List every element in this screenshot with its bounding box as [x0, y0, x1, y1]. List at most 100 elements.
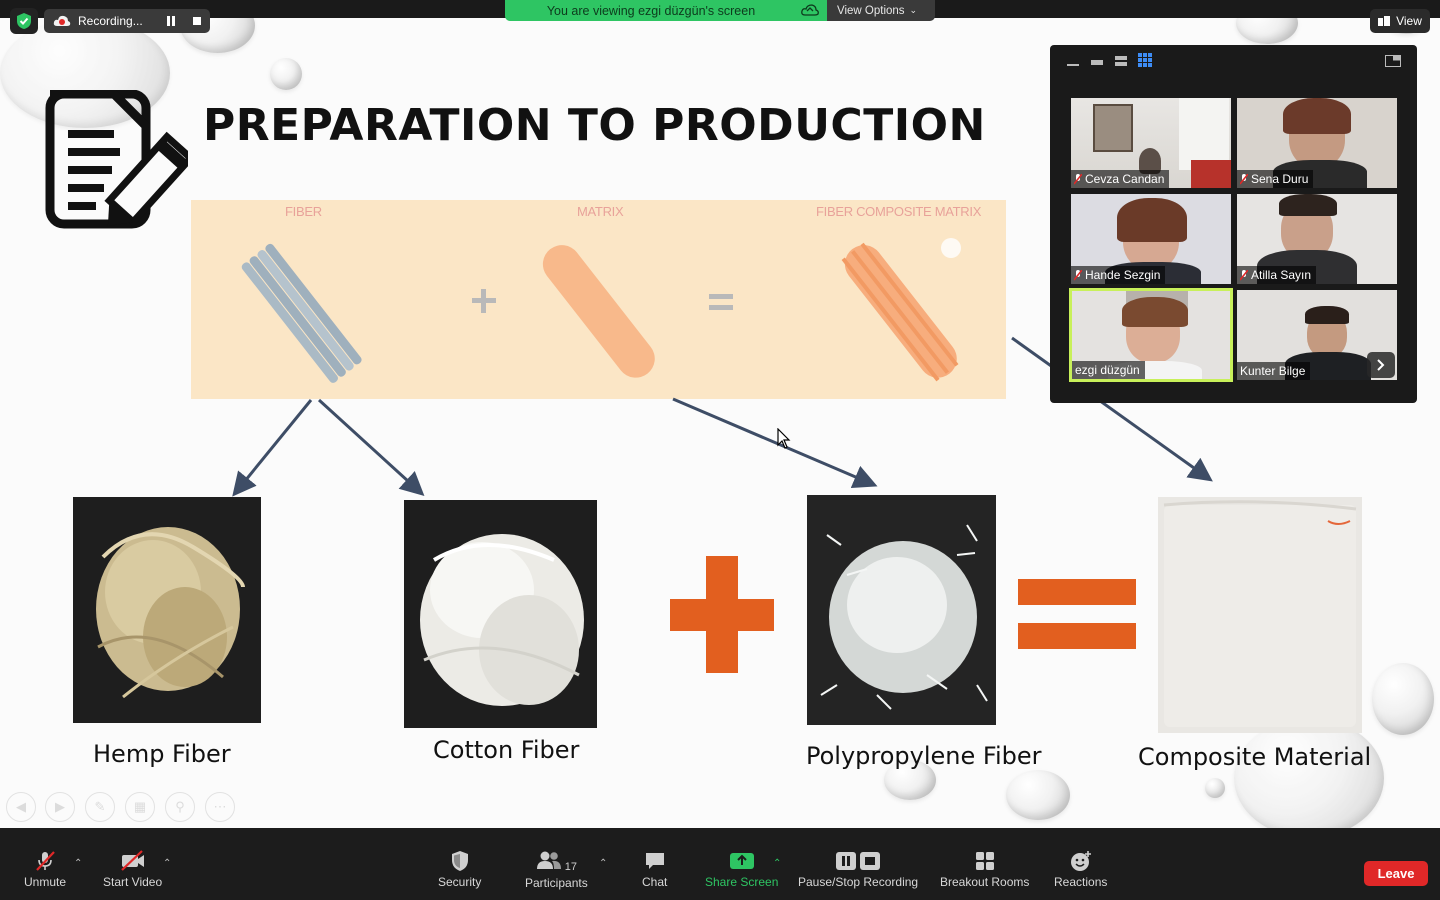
smiley-plus-icon — [1070, 851, 1091, 871]
water-drop — [1006, 770, 1070, 820]
participant-name-tag: ezgi düzgün — [1072, 361, 1145, 379]
video-camera-off-icon — [120, 850, 144, 871]
speaker-view-icon[interactable] — [1114, 54, 1128, 72]
speaker-strip-icon[interactable] — [1090, 54, 1104, 72]
breakout-rooms-button[interactable]: Breakout Rooms — [940, 850, 1029, 889]
caption-cotton-fiber: Cotton Fiber — [433, 736, 580, 764]
cloud-sync-icon — [801, 4, 819, 16]
participant-tile-active-speaker[interactable]: ezgi düzgün — [1069, 288, 1233, 382]
caption-hemp-fiber: Hemp Fiber — [93, 740, 231, 768]
participants-button[interactable]: 17 Participants — [525, 850, 588, 890]
slide-pen-button[interactable]: ✎ — [85, 792, 115, 822]
audio-options-caret-icon[interactable]: ⌃ — [74, 858, 82, 869]
minimize-icon[interactable] — [1066, 54, 1080, 72]
viewing-screen-banner: You are viewing ezgi düzgün's screen — [505, 0, 827, 21]
participant-tile[interactable]: Hande Sezgin — [1071, 194, 1231, 284]
share-screen-button[interactable]: Share Screen — [705, 850, 778, 889]
participant-name: Hande Sezgin — [1085, 268, 1161, 282]
participant-name: Sena Duru — [1251, 172, 1309, 186]
recording-indicator: Recording... — [44, 9, 210, 33]
mic-muted-icon — [1239, 173, 1249, 185]
document-edit-icon — [45, 90, 188, 229]
participant-tile[interactable]: Cevza Candan — [1071, 98, 1231, 188]
participants-icon — [536, 851, 561, 869]
participants-label: Participants — [525, 876, 588, 890]
chevron-right-icon — [1377, 359, 1385, 371]
hemp-fiber-photo — [73, 497, 261, 723]
breakout-rooms-label: Breakout Rooms — [940, 875, 1030, 889]
water-drop — [1372, 663, 1434, 735]
mouse-cursor — [777, 428, 791, 449]
video-frame — [1093, 104, 1133, 152]
water-drop — [1234, 718, 1384, 828]
pause-recording-icon[interactable] — [166, 15, 176, 30]
mic-muted-icon — [1239, 269, 1249, 281]
security-shield-icon[interactable] — [10, 8, 38, 34]
cotton-fiber-photo — [404, 500, 597, 728]
participant-name-tag: Kunter Bilge — [1237, 362, 1311, 380]
plus-sign-vertical — [706, 556, 738, 673]
slide-prev-button[interactable]: ◀ — [6, 792, 36, 822]
slide-more-button[interactable]: ⋯ — [205, 792, 235, 822]
leave-button[interactable]: Leave — [1364, 861, 1428, 886]
chat-label: Chat — [642, 875, 668, 889]
pause-stop-recording-button[interactable]: Pause/Stop Recording — [798, 850, 918, 889]
popout-window-icon[interactable] — [1385, 54, 1401, 72]
equals-sign-top — [1018, 579, 1136, 605]
reactions-button[interactable]: Reactions — [1054, 850, 1107, 889]
share-screen-icon — [729, 853, 754, 869]
security-button[interactable]: Security — [438, 850, 481, 889]
video-frame — [1117, 198, 1187, 242]
participant-name: Atilla Sayın — [1251, 268, 1312, 282]
pause-stop-icon — [836, 852, 881, 870]
gallery-view-icon — [1378, 16, 1391, 26]
unmute-label: Unmute — [24, 875, 67, 889]
gallery-grid-icon[interactable] — [1138, 53, 1152, 72]
viewing-screen-text: You are viewing ezgi düzgün's screen — [546, 3, 756, 18]
start-video-label: Start Video — [103, 875, 163, 889]
water-drop — [1205, 778, 1225, 798]
participant-tile[interactable]: Atilla Sayın — [1237, 194, 1397, 284]
chevron-down-icon: ⌄ — [909, 5, 918, 15]
participant-tile[interactable]: Kunter Bilge — [1237, 290, 1397, 380]
meeting-toolbar: Unmute ⌃ Start Video ⌃ Security 17 Parti… — [0, 828, 1440, 900]
shield-icon — [451, 851, 468, 871]
video-frame — [1122, 297, 1188, 327]
slide-zoom-button[interactable]: ⚲ — [165, 792, 195, 822]
participant-count: 17 — [564, 861, 577, 873]
caption-composite-material: Composite Material — [1138, 743, 1372, 771]
pause-stop-recording-label: Pause/Stop Recording — [798, 875, 919, 889]
composite-material-photo — [1158, 497, 1362, 733]
participant-name-tag: Atilla Sayın — [1237, 266, 1317, 284]
next-page-button[interactable] — [1367, 352, 1395, 378]
share-screen-caret-icon[interactable]: ⌃ — [773, 858, 781, 869]
participant-name: Cevza Candan — [1085, 172, 1165, 186]
participant-name: ezgi düzgün — [1075, 363, 1140, 377]
participants-caret-icon[interactable]: ⌃ — [599, 858, 607, 869]
stop-recording-icon[interactable] — [192, 15, 202, 30]
view-options-button[interactable]: View Options ⌄ — [827, 0, 935, 21]
slide-next-button[interactable]: ▶ — [45, 792, 75, 822]
start-video-button[interactable]: Start Video — [103, 850, 162, 889]
participant-tile[interactable]: Sena Duru — [1237, 98, 1397, 188]
equals-sign-bottom — [1018, 623, 1136, 649]
slide-grid-button[interactable]: ▦ — [125, 792, 155, 822]
process-banner: FIBER MATRIX FIBER COMPOSITE MATRIX — [191, 200, 1006, 399]
participant-name-tag: Sena Duru — [1237, 170, 1314, 188]
zoom-window: PREPARATION TO PRODUCTION FIBER MATRIX F… — [0, 0, 1440, 900]
view-layout-button[interactable]: View — [1370, 9, 1430, 33]
view-options-label: View Options — [837, 4, 905, 17]
video-frame — [1279, 194, 1337, 216]
unmute-button[interactable]: Unmute — [24, 850, 66, 889]
video-options-caret-icon[interactable]: ⌃ — [163, 858, 171, 869]
mic-muted-icon — [1073, 269, 1083, 281]
participant-name-tag: Cevza Candan — [1071, 170, 1170, 188]
cloud-recording-icon — [53, 15, 71, 26]
chat-bubble-icon — [645, 853, 664, 869]
reactions-label: Reactions — [1054, 875, 1108, 889]
recording-label: Recording... — [78, 14, 143, 28]
video-frame — [1191, 160, 1231, 188]
microphone-muted-icon — [36, 851, 55, 871]
chat-button[interactable]: Chat — [642, 850, 667, 889]
video-frame — [1283, 98, 1351, 134]
